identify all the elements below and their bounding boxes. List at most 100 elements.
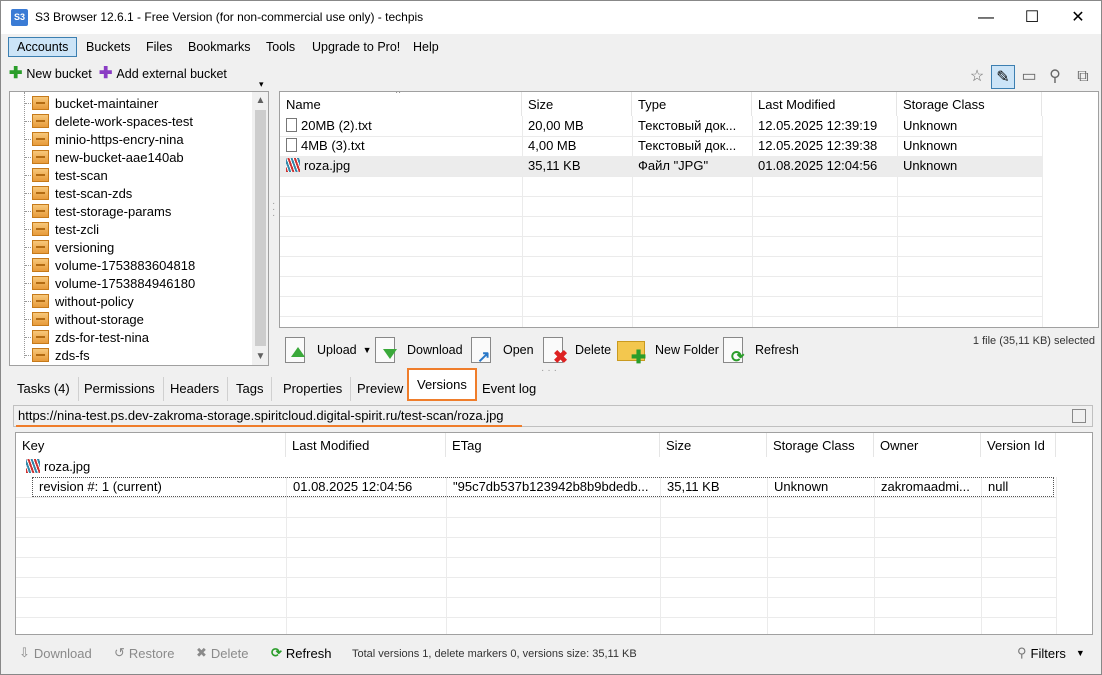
version-download-button[interactable]: ⇩ Download: [19, 645, 92, 661]
scroll-up-icon[interactable]: ▲: [252, 92, 268, 109]
version-restore-button[interactable]: ↺ Restore: [114, 645, 174, 661]
column-header-size[interactable]: Size: [522, 92, 632, 116]
menu-buckets[interactable]: Buckets: [78, 37, 138, 57]
bucket-icon: [32, 330, 49, 344]
tree-scrollbar[interactable]: ▲ ▼: [252, 92, 268, 365]
version-key-group[interactable]: roza.jpg: [20, 457, 280, 477]
version-restore-label: Restore: [128, 645, 175, 661]
filter-icon[interactable]: ⚲: [1043, 65, 1067, 89]
tab-event-log[interactable]: Event log: [474, 377, 544, 401]
sort-up-icon: ^: [396, 91, 401, 98]
column-header-storage[interactable]: Storage Class: [897, 92, 1042, 116]
object-url-field[interactable]: https://nina-test.ps.dev-zakroma-storage…: [13, 405, 1093, 427]
file-type-cell: Файл "JPG": [638, 158, 709, 173]
bucket-item[interactable]: versioning: [32, 238, 114, 256]
bucket-item[interactable]: new-bucket-aae140ab: [32, 148, 184, 166]
text-file-icon: [286, 138, 297, 152]
tab-properties[interactable]: Properties: [275, 377, 352, 401]
close-button[interactable]: ✕: [1055, 1, 1101, 34]
new-bucket-button[interactable]: ✚ New bucket: [9, 66, 92, 82]
version-modified-cell: 01.08.2025 12:04:56: [293, 479, 413, 494]
column-header-owner[interactable]: Owner: [874, 433, 981, 457]
horizontal-splitter[interactable]: ···: [541, 365, 560, 376]
bucket-item[interactable]: bucket-maintainer: [32, 94, 158, 112]
column-header-storage-class[interactable]: Storage Class: [767, 433, 874, 457]
column-header-name[interactable]: Name: [280, 92, 522, 116]
menu-help[interactable]: Help: [405, 37, 447, 57]
tab-tasks[interactable]: Tasks (4): [9, 377, 79, 401]
bucket-item[interactable]: minio-https-encry-nina: [32, 130, 184, 148]
bucket-item[interactable]: test-scan-zds: [32, 184, 132, 202]
bucket-item[interactable]: volume-1753884946180: [32, 274, 195, 292]
download-button[interactable]: Download: [373, 334, 463, 366]
delete-x-icon: ✖: [196, 645, 207, 660]
menu-upgrade[interactable]: Upgrade to Pro!: [304, 37, 408, 57]
version-refresh-button[interactable]: ⟳ Refresh: [271, 645, 331, 661]
grid-line: [280, 256, 1042, 257]
bucket-name: zds-fs: [55, 347, 90, 363]
filters-label: Filters: [1030, 645, 1066, 661]
star-icon[interactable]: ☆: [965, 65, 989, 89]
bucket-item[interactable]: test-zcli: [32, 220, 99, 238]
menu-files[interactable]: Files: [138, 37, 180, 57]
delete-button[interactable]: ✖ Delete: [541, 334, 611, 367]
table-row-selected[interactable]: revision #: 1 (current) 01.08.2025 12:04…: [32, 477, 1054, 497]
maximize-button[interactable]: ☐: [1009, 1, 1055, 34]
refresh-button[interactable]: ⟳ Refresh: [721, 334, 799, 366]
toolbar-overflow-icon[interactable]: ▾: [259, 79, 264, 90]
tab-tags[interactable]: Tags: [228, 377, 273, 401]
menu-accounts[interactable]: Accounts: [8, 37, 78, 57]
column-header-type[interactable]: Type: [632, 92, 752, 116]
tab-preview[interactable]: Preview: [349, 377, 413, 401]
bucket-name: bucket-maintainer: [55, 95, 159, 111]
column-header-size[interactable]: Size: [660, 433, 767, 457]
bucket-name: test-zcli: [55, 221, 100, 237]
dropdown-arrow-icon[interactable]: ▼: [363, 345, 372, 355]
column-header-modified[interactable]: Last Modified: [752, 92, 897, 116]
bucket-icon: [32, 204, 49, 218]
column-header-last-modified[interactable]: Last Modified: [286, 433, 446, 457]
bucket-item[interactable]: zds-fs: [32, 346, 90, 364]
minimize-button[interactable]: —: [963, 1, 1009, 34]
vertical-splitter[interactable]: · · ·: [272, 199, 275, 221]
version-delete-button[interactable]: ✖ Delete: [196, 645, 248, 661]
filters-button[interactable]: ⚲ Filters ▼: [1017, 645, 1085, 661]
column-header-key[interactable]: Key: [16, 433, 286, 457]
tab-headers[interactable]: Headers: [162, 377, 229, 401]
scroll-thumb[interactable]: [255, 110, 266, 346]
window-icon[interactable]: ▭: [1017, 65, 1041, 89]
bucket-name: volume-1753883604818: [55, 257, 196, 273]
file-name-cell: 4MB (3).txt: [280, 136, 522, 156]
bucket-item[interactable]: volume-1753883604818: [32, 256, 195, 274]
table-row-selected[interactable]: roza.jpg 35,11 KB Файл "JPG" 01.08.2025 …: [280, 156, 1042, 176]
file-view-toolbar: ☆ ✎ ▭ ⚲ ⧉: [279, 63, 1099, 91]
menu-tools[interactable]: Tools: [258, 37, 303, 57]
copy-icon[interactable]: ⧉: [1071, 65, 1095, 89]
menu-bookmarks[interactable]: Bookmarks: [180, 37, 259, 57]
bucket-item[interactable]: zds-for-test-nina: [32, 328, 149, 346]
table-row[interactable]: 20MB (2).txt 20,00 MB Текстовый док... 1…: [280, 116, 1042, 136]
column-header-etag[interactable]: ETag: [446, 433, 660, 457]
scroll-down-icon[interactable]: ▼: [252, 348, 268, 365]
bucket-item[interactable]: delete-work-spaces-test: [32, 112, 193, 130]
grid-line: [16, 497, 1056, 498]
tab-permissions[interactable]: Permissions: [76, 377, 164, 401]
new-folder-button[interactable]: ✚ New Folder: [617, 334, 719, 367]
open-button[interactable]: ↗ Open: [469, 334, 534, 366]
bucket-name: without-policy: [55, 293, 134, 309]
pencil-icon[interactable]: ✎: [991, 65, 1015, 89]
table-row[interactable]: 4MB (3).txt 4,00 MB Текстовый док... 12.…: [280, 136, 1042, 156]
bucket-icon: [32, 348, 49, 362]
bucket-item[interactable]: test-storage-params: [32, 202, 171, 220]
bucket-item[interactable]: without-storage: [32, 310, 144, 328]
file-storage-cell: Unknown: [903, 118, 958, 133]
upload-button[interactable]: Upload ▼: [283, 334, 372, 366]
column-header-version-id[interactable]: Version Id: [981, 433, 1056, 457]
version-etag-cell: "95c7db537b123942b8b9bdedb...: [453, 479, 649, 494]
add-external-bucket-button[interactable]: ✚ Add external bucket: [99, 66, 227, 82]
bucket-item[interactable]: test-scan: [32, 166, 108, 184]
bucket-icon: [32, 168, 49, 182]
bucket-item[interactable]: without-policy: [32, 292, 134, 310]
copy-url-icon[interactable]: [1072, 409, 1086, 423]
tab-versions[interactable]: Versions: [407, 368, 477, 401]
